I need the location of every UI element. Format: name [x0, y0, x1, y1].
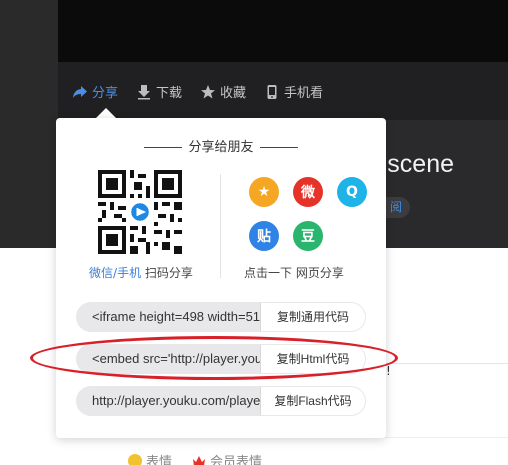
share-title-text: 分享给朋友: [188, 140, 254, 155]
title-line-left: [144, 147, 183, 148]
share-popup: 分享给朋友 微信/手机 扫码分享 ★ 微 Q 贴 豆 点击一下 网页分享 <if…: [56, 118, 386, 438]
vip-emoji-button[interactable]: 会员表情: [192, 451, 262, 465]
share-button[interactable]: 分享: [72, 82, 118, 101]
comment-toolbar: 表情 会员表情: [128, 451, 262, 465]
copy-universal-code-button[interactable]: 复制通用代码: [260, 303, 365, 331]
popup-arrow: [96, 108, 116, 118]
divider: [385, 363, 508, 364]
douban-share-button[interactable]: 豆: [293, 221, 323, 251]
weibo-icon: 微: [301, 185, 315, 201]
code-row-universal: <iframe height=498 width=510 src='http:/…: [76, 302, 366, 332]
star-icon: [201, 84, 216, 98]
left-dark-panel: [0, 0, 58, 248]
share-popup-title: 分享给朋友: [56, 136, 386, 155]
video-player-area[interactable]: [58, 0, 508, 62]
universal-code-field[interactable]: <iframe height=498 width=510 src='http:/…: [76, 302, 260, 332]
favorite-button[interactable]: 收藏: [200, 82, 246, 101]
code-row-html: <embed src='http://player.youku.com/play…: [76, 344, 366, 374]
vip-emoji-label: 会员表情: [210, 455, 263, 465]
favorite-label: 收藏: [220, 86, 247, 101]
emoji-button[interactable]: 表情: [128, 451, 172, 465]
code-row-flash: http://player.youku.com/player.php/ 复制Fl…: [76, 386, 366, 416]
qr-code: [98, 170, 182, 254]
divider: [385, 437, 508, 438]
vertical-divider: [220, 174, 221, 278]
share-icon: [73, 85, 87, 98]
qzone-share-button[interactable]: ★: [249, 177, 279, 207]
douban-icon: 豆: [301, 229, 315, 245]
title-line-right: [259, 147, 298, 148]
weibo-share-button[interactable]: 微: [293, 177, 323, 207]
copy-html-code-button[interactable]: 复制Html代码: [260, 345, 365, 373]
web-share-caption: 点击一下 网页分享: [244, 266, 344, 280]
copy-flash-code-button[interactable]: 复制Flash代码: [260, 387, 365, 415]
action-toolbar: 分享 下载 收藏 手机看: [72, 82, 323, 101]
qr-caption-link[interactable]: 微信/手机: [89, 266, 141, 280]
comment-fragment: !: [386, 364, 391, 378]
share-label: 分享: [92, 86, 119, 101]
mobile-watch-button[interactable]: 手机看: [264, 82, 323, 101]
crown-icon: [193, 455, 206, 465]
phone-icon: [267, 84, 277, 99]
qr-caption: 微信/手机 扫码分享: [86, 264, 196, 281]
flash-code-field[interactable]: http://player.youku.com/player.php/: [76, 386, 260, 416]
tieba-icon: 贴: [257, 229, 271, 245]
smiley-icon: [128, 453, 142, 465]
html-code-field[interactable]: <embed src='http://player.youku.com/play…: [76, 344, 260, 374]
download-label: 下载: [156, 86, 183, 101]
tieba-share-button[interactable]: 贴: [249, 221, 279, 251]
download-button[interactable]: 下载: [136, 82, 182, 101]
qq-share-button[interactable]: Q: [337, 177, 367, 207]
emoji-label: 表情: [146, 455, 173, 465]
qr-caption-rest: 扫码分享: [144, 266, 193, 280]
download-icon: [138, 84, 151, 99]
mobile-watch-label: 手机看: [284, 86, 324, 101]
qq-icon: Q: [346, 184, 358, 200]
qzone-icon: ★: [257, 184, 271, 200]
